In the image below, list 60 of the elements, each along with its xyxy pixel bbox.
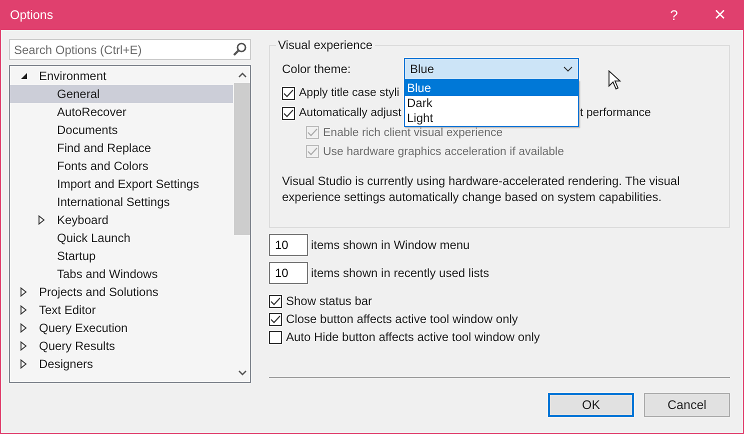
tree-item[interactable]: Quick Launch bbox=[57, 231, 130, 245]
collapsed-arrow-icon[interactable] bbox=[20, 341, 27, 351]
number-field[interactable]: 10 bbox=[269, 262, 308, 284]
dropdown-option[interactable]: Light bbox=[405, 111, 578, 126]
tree-item[interactable]: International Settings bbox=[57, 195, 170, 209]
checkbox[interactable] bbox=[269, 294, 282, 308]
checkbox-label: Automatically adjust bbox=[299, 107, 402, 119]
expanded-arrow-icon[interactable] bbox=[20, 72, 28, 80]
tree-item[interactable]: Startup bbox=[57, 249, 96, 263]
tree-item[interactable]: Text Editor bbox=[39, 303, 96, 317]
tree-item[interactable]: Import and Export Settings bbox=[57, 177, 200, 191]
number-field[interactable]: 10 bbox=[269, 234, 308, 256]
checkbox[interactable] bbox=[269, 330, 282, 344]
dropdown-option[interactable]: Dark bbox=[405, 96, 578, 111]
collapsed-arrow-icon[interactable] bbox=[20, 305, 27, 315]
tree-item[interactable]: Environment bbox=[39, 69, 106, 83]
checkbox-label: Use hardware graphics acceleration if available bbox=[323, 146, 564, 158]
tree-item[interactable]: Keyboard bbox=[57, 213, 108, 227]
checkbox[interactable] bbox=[282, 86, 295, 100]
checkbox-label: Apply title case styli bbox=[299, 87, 400, 99]
tree-item[interactable]: Documents bbox=[57, 123, 118, 137]
rendering-note: Visual Studio is currently using hardware-accelerated rendering. The visual experience settings automatically change based on system capabilities. bbox=[282, 173, 681, 205]
collapsed-arrow-icon[interactable] bbox=[20, 359, 27, 369]
color-theme-dropdown[interactable]: Blue bbox=[404, 58, 579, 80]
mouse-cursor-icon bbox=[608, 70, 622, 90]
checkbox[interactable] bbox=[269, 312, 282, 326]
tree-item[interactable]: Fonts and Colors bbox=[57, 159, 148, 173]
collapsed-arrow-icon[interactable] bbox=[20, 323, 27, 333]
tree-item[interactable]: Query Execution bbox=[39, 321, 128, 335]
checkbox-label: Enable rich client visual experience bbox=[323, 126, 503, 138]
scroll-thumb[interactable] bbox=[234, 83, 250, 235]
collapsed-arrow-icon[interactable] bbox=[38, 215, 45, 225]
search-field[interactable]: Search Options (Ctrl+E) bbox=[9, 39, 251, 60]
scroll-up-icon[interactable] bbox=[238, 72, 246, 78]
checkbox-label: t performance bbox=[580, 107, 651, 119]
search-icon bbox=[233, 42, 247, 56]
checkbox-label: Close button affects active tool window only bbox=[286, 312, 518, 326]
tree-item[interactable]: Designers bbox=[39, 357, 94, 371]
help-button[interactable]: ? bbox=[651, 7, 697, 23]
checkbox-label: Show status bar bbox=[286, 294, 372, 308]
group-legend: Visual experience bbox=[276, 38, 375, 52]
ok-button[interactable]: OK bbox=[548, 393, 634, 417]
tree-item[interactable]: General bbox=[57, 87, 100, 101]
checkbox[interactable] bbox=[282, 106, 295, 120]
checkbox-label: Auto Hide button affects active tool window only bbox=[286, 330, 540, 344]
collapsed-arrow-icon[interactable] bbox=[20, 287, 27, 297]
window-title: Options bbox=[9, 8, 54, 22]
tree-item[interactable]: Query Results bbox=[39, 339, 116, 353]
number-field-label: items shown in Window menu bbox=[311, 238, 470, 252]
cancel-button[interactable]: Cancel bbox=[644, 393, 730, 417]
dropdown-option[interactable]: Blue bbox=[405, 81, 578, 96]
scroll-down-icon[interactable] bbox=[238, 370, 246, 376]
chevron-icon bbox=[563, 66, 573, 72]
color-theme-label: Color theme: bbox=[282, 62, 352, 76]
close-button[interactable]: × bbox=[697, 4, 743, 26]
number-field-label: items shown in recently used lists bbox=[311, 266, 490, 280]
tree-item[interactable]: Tabs and Windows bbox=[57, 267, 158, 281]
tree-item[interactable]: Projects and Solutions bbox=[39, 285, 158, 299]
tree-item[interactable]: AutoRecover bbox=[57, 105, 126, 119]
tree-item[interactable]: Find and Replace bbox=[57, 141, 152, 155]
